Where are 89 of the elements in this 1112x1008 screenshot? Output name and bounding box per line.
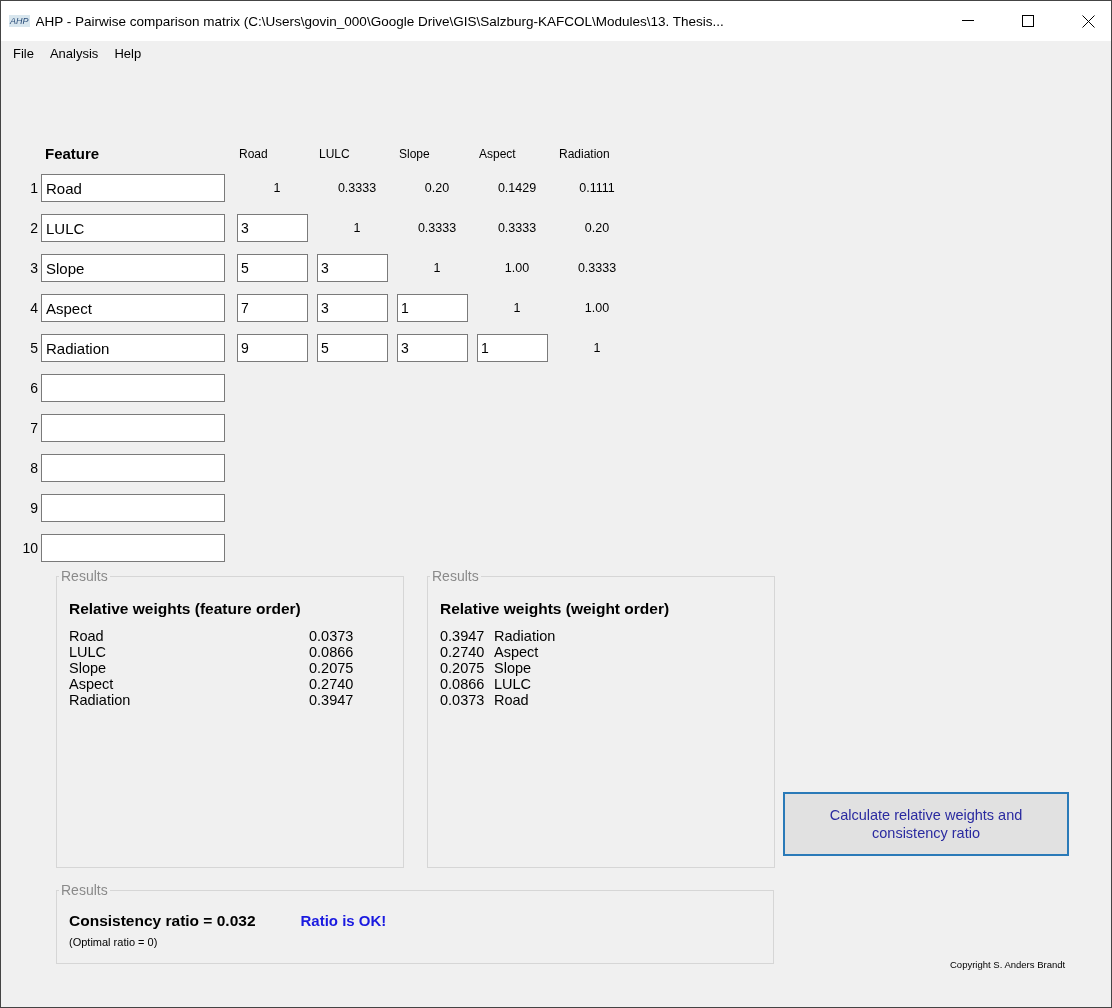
feature-name: Slope <box>494 660 533 676</box>
column-header: Road <box>238 146 268 161</box>
ratio-status: Ratio is OK! <box>300 912 387 929</box>
comparison-value: 1 <box>352 221 362 235</box>
feature-input[interactable] <box>41 414 225 442</box>
weight-value: 0.0866 <box>440 676 486 692</box>
feature-input[interactable]: Radiation <box>41 334 225 362</box>
comparison-value: 1 <box>432 261 442 275</box>
close-icon <box>1081 14 1095 28</box>
panel-legend: Results <box>59 568 110 584</box>
comparison-value: 0.3333 <box>336 181 378 195</box>
weight-value: 0.2740 <box>440 644 486 660</box>
feature-input[interactable]: LULC <box>41 214 225 242</box>
comparison-value: 0.3333 <box>496 221 538 235</box>
feature-name: LULC <box>69 644 108 660</box>
copyright-text: Copyright S. Anders Brandt <box>950 959 1066 970</box>
maximize-icon <box>1022 15 1034 27</box>
comparison-input[interactable]: 9 <box>237 334 308 362</box>
feature-input[interactable]: Road <box>41 174 225 202</box>
comparison-input[interactable]: 1 <box>477 334 548 362</box>
feature-name: Slope <box>69 660 108 676</box>
comparison-value: 1 <box>512 301 522 315</box>
comparison-input[interactable]: 5 <box>237 254 308 282</box>
feature-input[interactable] <box>41 374 225 402</box>
feature-name: Road <box>494 692 530 708</box>
column-header: Aspect <box>478 146 516 161</box>
column-header: LULC <box>318 146 350 161</box>
feature-input[interactable] <box>41 454 225 482</box>
feature-name: Radiation <box>494 628 557 644</box>
comparison-input[interactable]: 5 <box>317 334 388 362</box>
panel-legend: Results <box>430 568 481 584</box>
row-number: 5 <box>29 340 39 356</box>
consistency-ratio: Consistency ratio = 0.032 <box>69 912 256 929</box>
comparison-value: 1 <box>592 341 602 355</box>
row-number: 8 <box>29 460 39 476</box>
app-icon: AHP <box>9 15 30 27</box>
comparison-value: 0.20 <box>583 221 611 235</box>
feature-input[interactable]: Slope <box>41 254 225 282</box>
menu-item[interactable]: Help <box>106 45 150 61</box>
column-header: Slope <box>398 146 430 161</box>
comparison-value: 1.00 <box>583 301 611 315</box>
weight-value: 0.3947 <box>309 692 355 708</box>
menu-item[interactable]: File <box>5 45 42 61</box>
weight-value: 0.0866 <box>309 644 355 660</box>
feature-input[interactable] <box>41 534 225 562</box>
comparison-input[interactable]: 3 <box>397 334 468 362</box>
weight-value: 0.0373 <box>309 628 355 644</box>
row-number: 4 <box>29 300 39 316</box>
comparison-value: 0.3333 <box>416 221 458 235</box>
comparison-value: 0.1111 <box>578 181 616 195</box>
comparison-input[interactable]: 3 <box>317 254 388 282</box>
row-number: 7 <box>29 420 39 436</box>
feature-name: Aspect <box>69 676 115 692</box>
weight-value: 0.0373 <box>440 692 486 708</box>
weight-value: 0.3947 <box>440 628 486 644</box>
row-number: 3 <box>29 260 39 276</box>
weight-value: 0.2740 <box>309 676 355 692</box>
comparison-value: 1.00 <box>503 261 531 275</box>
column-header: Feature <box>44 145 101 162</box>
minimize-icon <box>962 20 974 22</box>
feature-input[interactable]: Aspect <box>41 294 225 322</box>
feature-name: Road <box>69 628 105 644</box>
feature-name: Radiation <box>69 692 132 708</box>
feature-name: Aspect <box>494 644 540 660</box>
comparison-input[interactable]: 3 <box>317 294 388 322</box>
weight-value: 0.2075 <box>440 660 486 676</box>
optimal-ratio-note: (Optimal ratio = 0) <box>69 936 159 948</box>
window-title: AHP - Pairwise comparison matrix (C:\Users\govin_000\Google Drive\GIS\Salzburg-KAFCOL\Modules\13. Thesis... <box>35 13 725 29</box>
comparison-value: 0.3333 <box>576 261 618 275</box>
row-number: 6 <box>29 380 39 396</box>
menu-item[interactable]: Analysis <box>41 45 107 61</box>
row-number: 9 <box>29 500 39 516</box>
feature-name: LULC <box>494 676 533 692</box>
comparison-value: 0.20 <box>423 181 451 195</box>
comparison-value: 1 <box>272 181 282 195</box>
comparison-input[interactable]: 3 <box>237 214 308 242</box>
panel-heading: Relative weights (feature order) <box>69 600 302 618</box>
weight-value: 0.2075 <box>309 660 355 676</box>
panel-legend: Results <box>59 882 110 898</box>
feature-input[interactable] <box>41 494 225 522</box>
row-number: 10 <box>21 540 39 556</box>
row-number: 2 <box>29 220 39 236</box>
comparison-input[interactable]: 1 <box>397 294 468 322</box>
comparison-value: 0.1429 <box>496 181 538 195</box>
row-number: 1 <box>29 180 39 196</box>
comparison-input[interactable]: 7 <box>237 294 308 322</box>
panel-heading: Relative weights (weight order) <box>440 600 671 618</box>
column-header: Radiation <box>558 146 610 161</box>
calculate-button[interactable]: Calculate relative weights and consistency ratio <box>783 792 1069 856</box>
